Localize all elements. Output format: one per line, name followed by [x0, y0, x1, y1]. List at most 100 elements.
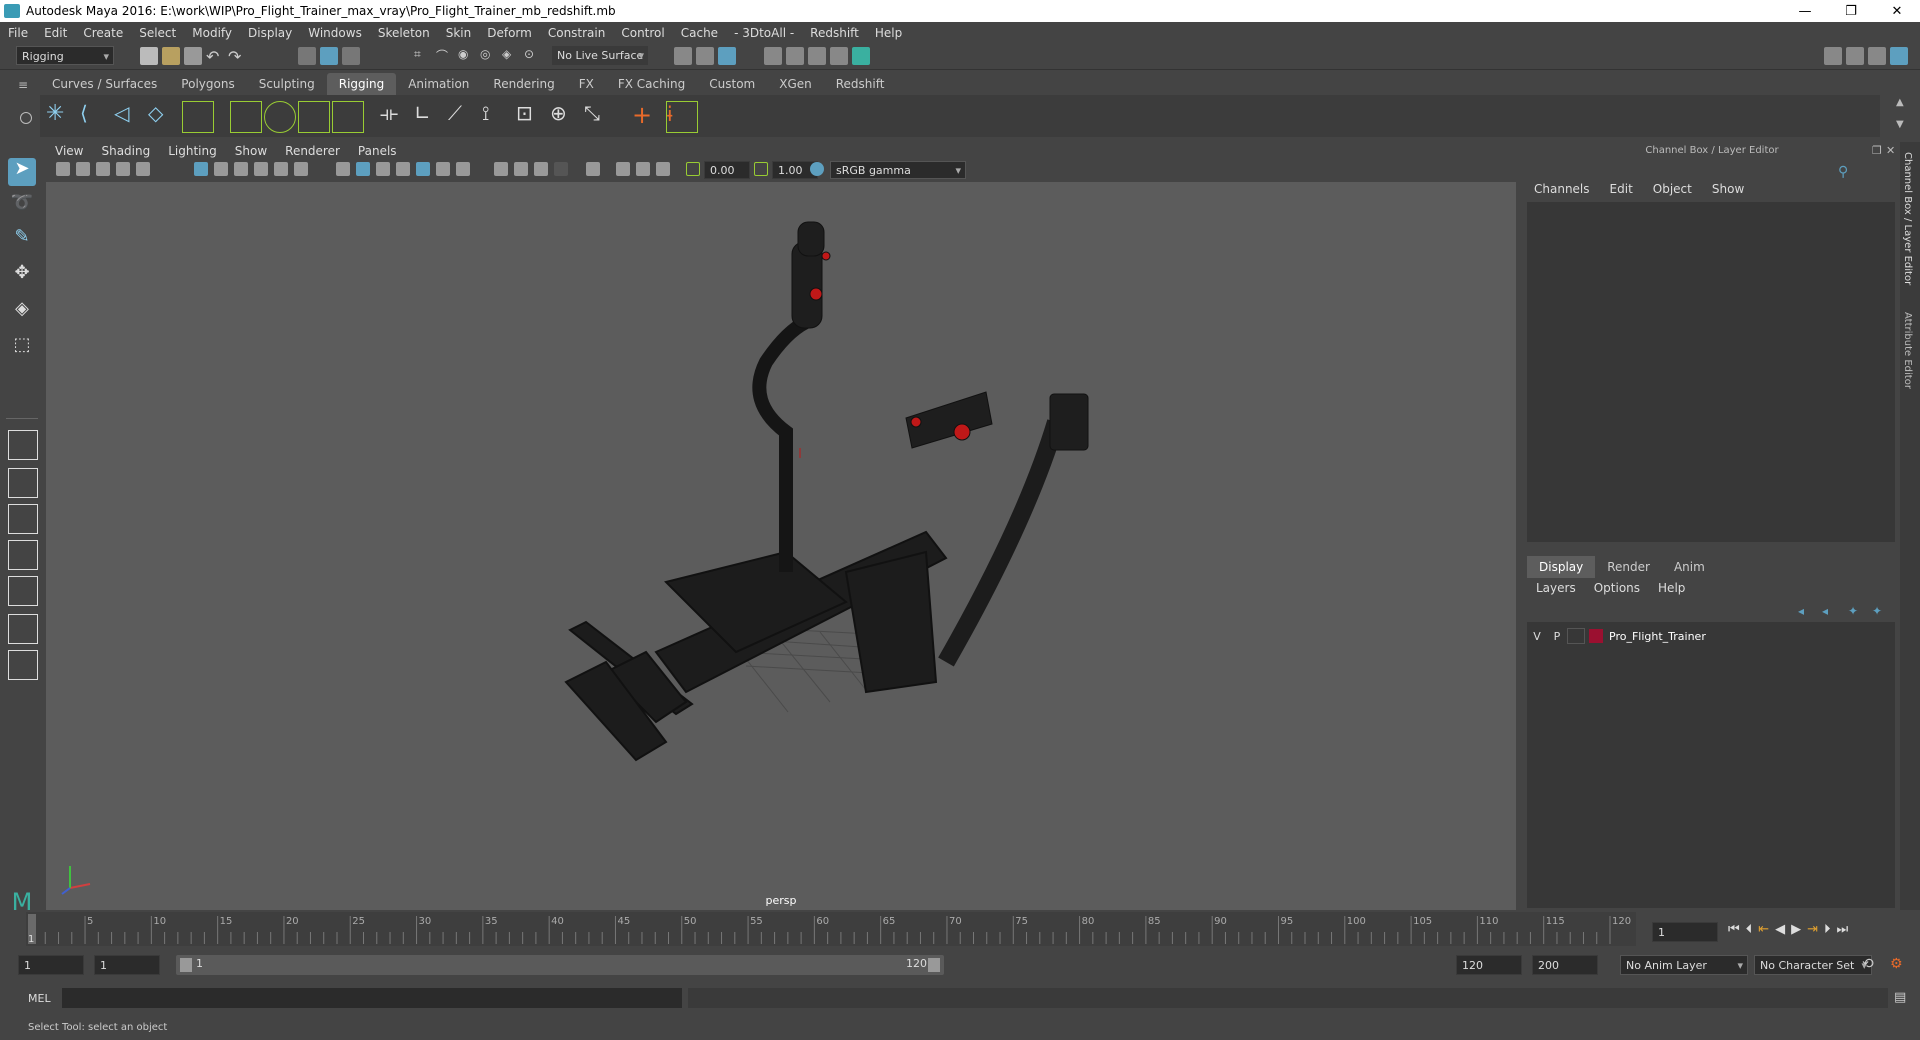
film-gate-icon[interactable]	[214, 162, 228, 176]
resolution-gate-icon[interactable]	[234, 162, 248, 176]
tool-settings-toggle-icon[interactable]	[1868, 47, 1886, 65]
select-component-icon[interactable]	[342, 47, 360, 65]
channel-box-side-tab[interactable]: Channel Box / Layer Editor	[1902, 152, 1913, 285]
shelf-tab-fx[interactable]: FX	[567, 73, 606, 95]
undo-icon[interactable]: ↶	[206, 47, 224, 66]
animation-start-field[interactable]: 1	[18, 955, 84, 975]
scale-tool-icon[interactable]: ⬚	[8, 334, 36, 362]
command-input[interactable]	[62, 988, 682, 1008]
view-transform-dropdown[interactable]: sRGB gamma	[830, 161, 966, 180]
menu-select[interactable]: Select	[131, 26, 184, 40]
float-panel-icon[interactable]: ❐	[1872, 144, 1882, 157]
menu-edit[interactable]: Edit	[36, 26, 75, 40]
paint-select-tool-icon[interactable]: ✎	[8, 226, 36, 254]
depth-of-field-icon[interactable]	[554, 162, 568, 176]
select-camera-icon[interactable]	[56, 162, 70, 176]
layer-menu-layers[interactable]: Layers	[1527, 578, 1585, 598]
layer-menu-help[interactable]: Help	[1649, 578, 1694, 598]
ik-handle-icon[interactable]: ◁	[114, 101, 144, 131]
viewport-menu-renderer[interactable]: Renderer	[276, 144, 349, 158]
viewport-menu-view[interactable]: View	[46, 144, 92, 158]
bind-skin-icon[interactable]	[230, 101, 262, 133]
shelf-tab-fx-caching[interactable]: FX Caching	[606, 73, 697, 95]
range-slider[interactable]: 1 120	[176, 955, 944, 975]
layer-type-toggle[interactable]	[1567, 628, 1585, 644]
four-view-layout-icon[interactable]	[8, 468, 38, 498]
close-button[interactable]: ✕	[1874, 0, 1920, 22]
persp-graph-layout-icon[interactable]	[8, 540, 38, 570]
menu-create[interactable]: Create	[75, 26, 131, 40]
textured-icon[interactable]	[416, 162, 430, 176]
viewport-menu-shading[interactable]: Shading	[92, 144, 159, 158]
menu-windows[interactable]: Windows	[300, 26, 370, 40]
menu-redshift[interactable]: Redshift	[802, 26, 867, 40]
snap-live-icon[interactable]: ⊙	[524, 47, 542, 65]
attribute-editor-side-tab[interactable]: Attribute Editor	[1902, 312, 1913, 389]
step-forward-frame-icon[interactable]: ⏵	[1824, 922, 1831, 937]
channel-menu-show[interactable]: Show	[1702, 182, 1754, 200]
use-lights-icon[interactable]	[436, 162, 450, 176]
select-object-icon[interactable]	[320, 47, 338, 65]
move-layer-up-icon[interactable]: ◂	[1798, 604, 1804, 618]
shelf-tab-sculpting[interactable]: Sculpting	[247, 73, 327, 95]
humanik-icon[interactable]	[182, 101, 214, 133]
menu-help[interactable]: Help	[867, 26, 910, 40]
layer-playback-toggle[interactable]: P	[1547, 630, 1567, 643]
channel-menu-edit[interactable]: Edit	[1600, 182, 1643, 200]
channel-box-toggle-icon[interactable]	[1890, 47, 1908, 65]
lasso-tool-icon[interactable]: ➰	[8, 192, 36, 220]
layer-color-swatch[interactable]	[1589, 629, 1603, 643]
single-view-layout-icon[interactable]	[8, 430, 38, 460]
construction-history-icon[interactable]	[674, 47, 692, 65]
grid-toggle-icon[interactable]	[136, 162, 150, 176]
ik-spline-icon[interactable]: ◇	[148, 101, 178, 131]
shelf-scroll-down-icon[interactable]: ▼	[1896, 119, 1904, 130]
shelf-tab-custom[interactable]: Custom	[697, 73, 767, 95]
range-end-handle[interactable]	[928, 958, 940, 972]
current-frame-field[interactable]: 1	[1652, 922, 1718, 942]
point-constraint-icon[interactable]: ⟟	[482, 101, 512, 131]
playback-start-field[interactable]: 1	[94, 955, 160, 975]
save-scene-icon[interactable]	[184, 47, 202, 65]
cluster-icon[interactable]: ɨ	[666, 101, 698, 133]
layer-tab-display[interactable]: Display	[1527, 556, 1596, 578]
camera-attributes-icon[interactable]	[76, 162, 90, 176]
smooth-bind-icon[interactable]	[264, 101, 296, 133]
render-settings-icon[interactable]	[718, 47, 736, 65]
create-joints-icon[interactable]: ✳	[46, 101, 76, 131]
snap-surface-icon[interactable]: ◈	[502, 47, 520, 65]
viewport-menu-panels[interactable]: Panels	[349, 144, 406, 158]
new-layer-selected-icon[interactable]: ✦	[1872, 604, 1882, 618]
anti-aliasing-icon[interactable]	[534, 162, 548, 176]
restore-button[interactable]: ❐	[1828, 0, 1874, 22]
shelf-tab-xgen[interactable]: XGen	[767, 73, 824, 95]
layer-tab-render[interactable]: Render	[1595, 556, 1662, 578]
animation-preferences-icon[interactable]: ⚙	[1890, 956, 1903, 972]
menu-3dtoall[interactable]: - 3DtoAll -	[726, 26, 802, 40]
color-management-icon[interactable]	[810, 162, 824, 176]
shelf-tab-rendering[interactable]: Rendering	[481, 73, 566, 95]
manipulator-icon[interactable]: ⚲	[1838, 164, 1848, 180]
playback-end-field[interactable]: 120	[1456, 955, 1522, 975]
move-tool-icon[interactable]: ✥	[8, 262, 36, 290]
menu-cache[interactable]: Cache	[673, 26, 726, 40]
shadows-icon[interactable]	[456, 162, 470, 176]
menu-control[interactable]: Control	[613, 26, 672, 40]
move-layer-down-icon[interactable]: ◂	[1822, 604, 1828, 618]
go-to-end-icon[interactable]: ⏭	[1837, 922, 1849, 937]
character-set-dropdown[interactable]: No Character Set	[1754, 955, 1872, 976]
viewport-menu-show[interactable]: Show	[226, 144, 276, 158]
animation-end-field[interactable]: 200	[1532, 955, 1598, 975]
redo-icon[interactable]: ↷	[228, 47, 246, 66]
menu-file[interactable]: File	[0, 26, 36, 40]
snap-point-icon[interactable]: ◉	[458, 47, 476, 65]
xray-icon[interactable]	[396, 162, 410, 176]
render-view-icon[interactable]	[764, 47, 782, 65]
xray-active-icon[interactable]	[636, 162, 650, 176]
channel-menu-channels[interactable]: Channels	[1524, 182, 1600, 200]
hypershade-layout-icon[interactable]	[8, 650, 38, 680]
shelf-settings-icon[interactable]	[20, 112, 32, 124]
exposure-field[interactable]: 0.00	[704, 161, 750, 179]
snap-curve-icon[interactable]: ⌒	[436, 47, 454, 65]
layer-menu-options[interactable]: Options	[1585, 578, 1649, 598]
